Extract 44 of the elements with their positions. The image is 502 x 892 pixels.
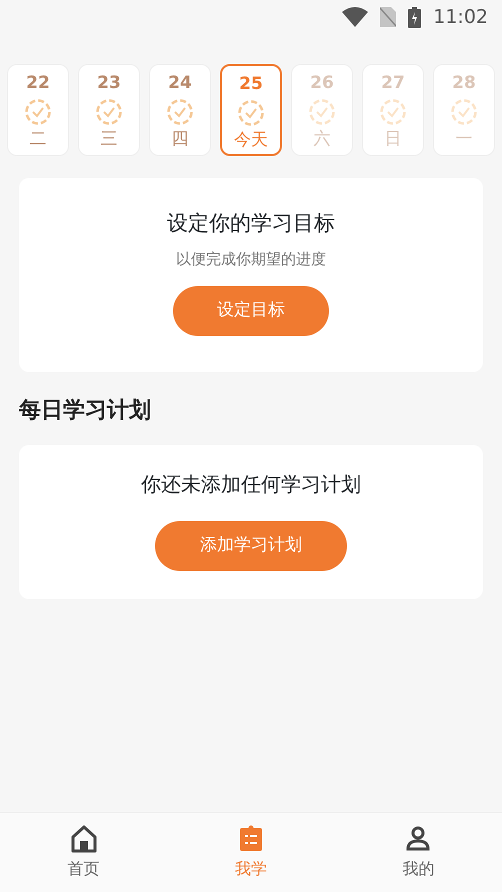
day-weekday: 三: [100, 128, 118, 150]
day-item[interactable]: 22 二: [7, 64, 69, 156]
day-date: 24: [168, 72, 192, 95]
day-date: 28: [452, 72, 476, 95]
day-weekday: 今天: [234, 128, 268, 152]
home-icon: [70, 825, 97, 853]
dashed-check-icon: [238, 100, 264, 126]
battery-icon: [408, 6, 422, 28]
day-weekday: 一: [456, 128, 472, 150]
day-date: 23: [97, 72, 121, 95]
day-weekday: 二: [30, 128, 46, 150]
day-weekday: 日: [384, 128, 402, 150]
clipboard-list-icon: [238, 825, 264, 853]
day-weekday: 四: [172, 128, 188, 150]
dashed-check-icon: [25, 98, 51, 124]
empty-text: 你还未添加任何学习计划: [141, 471, 361, 498]
no-sim-icon: [380, 7, 396, 27]
day-date: 27: [381, 72, 405, 95]
set-goal-button[interactable]: 设定目标: [173, 286, 329, 336]
day-weekday: 六: [314, 128, 330, 150]
status-time: 11:02: [433, 4, 488, 30]
day-item[interactable]: 23 三: [78, 64, 140, 156]
dashed-check-icon: [96, 98, 122, 124]
card-subtitle: 以便完成你期望的进度: [176, 248, 326, 270]
wifi-icon: [342, 7, 368, 27]
day-item[interactable]: 27 日: [362, 64, 424, 156]
person-icon: [405, 825, 432, 853]
nav-tab[interactable]: 我的: [334, 813, 502, 892]
section-heading: 每日学习计划: [19, 397, 152, 425]
day-item[interactable]: 25 今天: [220, 64, 282, 156]
dashed-check-icon: [380, 98, 406, 124]
day-item[interactable]: 24 四: [149, 64, 211, 156]
nav-tab[interactable]: 首页: [0, 813, 168, 892]
dashed-check-icon: [309, 98, 335, 124]
day-date: 26: [310, 72, 334, 95]
dashed-check-icon: [451, 98, 477, 124]
add-plan-button[interactable]: 添加学习计划: [155, 521, 347, 571]
dashed-check-icon: [167, 98, 193, 124]
day-item[interactable]: 26 六: [291, 64, 353, 156]
day-date: 22: [26, 72, 50, 95]
day-date: 25: [239, 73, 263, 96]
card-title: 设定你的学习目标: [167, 210, 335, 237]
day-item[interactable]: 28 一: [433, 64, 495, 156]
nav-tab[interactable]: 我学: [167, 813, 335, 892]
